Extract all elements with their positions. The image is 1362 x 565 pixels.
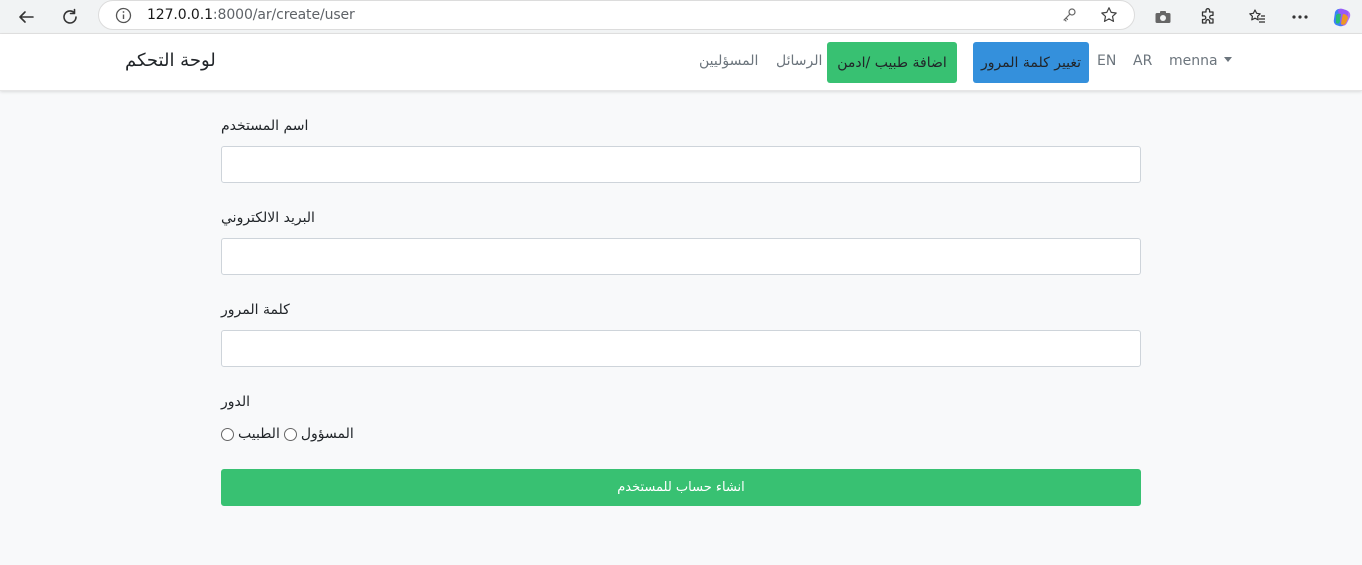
more-menu-icon[interactable] [1286, 3, 1314, 31]
username-label: اسم المستخدم [221, 118, 309, 134]
change-password-button[interactable]: تغيير كلمة المرور [973, 42, 1089, 83]
nav-link-admins[interactable]: المسؤليين [699, 53, 758, 69]
role-radio-admin[interactable] [283, 427, 297, 441]
add-doctor-admin-button[interactable]: اضافة طبيب /ادمن [827, 42, 957, 83]
key-icon[interactable] [1061, 7, 1077, 23]
nav-link-messages[interactable]: الرسائل [776, 53, 822, 69]
favorites-icon[interactable] [1243, 3, 1271, 31]
url-text: 127.0.0.1:8000/ar/create/user [147, 7, 355, 23]
user-dropdown[interactable]: menna [1169, 53, 1232, 69]
address-bar[interactable]: 127.0.0.1:8000/ar/create/user [98, 0, 1135, 30]
user-name: menna [1169, 53, 1218, 69]
url-path: :8000/ar/create/user [212, 7, 355, 23]
navbar-brand[interactable]: لوحة التحكم [125, 50, 216, 71]
role-option-admin-label: المسؤول [300, 426, 354, 442]
email-input[interactable] [221, 238, 1141, 275]
role-radio-group: الطبيب المسؤول [221, 425, 354, 443]
username-input[interactable] [221, 146, 1141, 183]
language-ar-link[interactable]: AR [1133, 53, 1152, 69]
email-label: البريد الالكتروني [221, 210, 315, 226]
password-label: كلمة المرور [221, 302, 290, 318]
chevron-down-icon [1223, 56, 1232, 62]
role-option-doctor-label: الطبيب [238, 426, 280, 442]
browser-toolbar: 127.0.0.1:8000/ar/create/user [0, 0, 1362, 34]
url-host: 127.0.0.1 [147, 7, 213, 23]
role-label: الدور [221, 394, 251, 410]
copilot-icon[interactable] [1328, 3, 1356, 31]
back-icon[interactable] [12, 3, 40, 31]
extensions-icon[interactable] [1194, 3, 1222, 31]
create-user-submit-button[interactable]: انشاء حساب للمستخدم [221, 469, 1141, 506]
role-radio-doctor[interactable] [221, 427, 234, 441]
password-input[interactable] [221, 330, 1141, 367]
app-navbar: لوحة التحكم المسؤليين الرسائل اضافة طبيب… [0, 34, 1362, 91]
reload-icon[interactable] [56, 3, 84, 31]
info-icon[interactable] [115, 7, 132, 24]
camera-icon[interactable] [1149, 3, 1177, 31]
favorite-star-icon[interactable] [1100, 6, 1118, 24]
language-en-link[interactable]: EN [1097, 53, 1116, 69]
